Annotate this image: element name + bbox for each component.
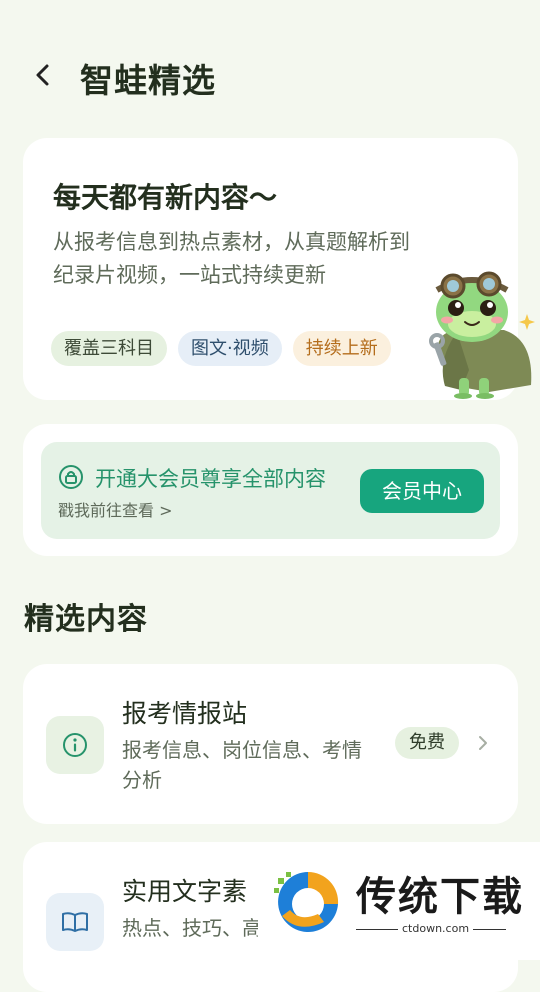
- tag-list: 覆盖三科目 图文·视频 持续上新: [51, 331, 391, 366]
- lock-icon: [59, 465, 83, 489]
- frog-mascot-icon: [429, 271, 535, 399]
- chevron-left-icon[interactable]: [28, 60, 58, 90]
- item-title: 实用文字素: [122, 877, 248, 906]
- watermark-url: ctdown.com: [398, 922, 474, 935]
- free-badge: 免费: [395, 727, 459, 759]
- header: 智蛙精选: [0, 46, 540, 108]
- intro-title: 每天都有新内容～: [53, 181, 278, 214]
- chevron-right-icon: [479, 736, 487, 750]
- intro-card: 每天都有新内容～ 从报考信息到热点素材，从真题解析到纪录片视频，一站式持续更新 …: [23, 138, 535, 400]
- list-item[interactable]: 报考情报站 报考信息、岗位信息、考情分析 免费: [23, 664, 518, 824]
- vip-subtitle-link[interactable]: 戳我前往查看 >: [58, 497, 173, 521]
- item-icon-box: [46, 716, 104, 774]
- vip-title: 开通大会员尊享全部内容: [95, 467, 326, 491]
- tag-subjects: 覆盖三科目: [51, 331, 167, 366]
- tag-media: 图文·视频: [178, 331, 282, 366]
- item-icon-box: [46, 893, 104, 951]
- info-icon: [63, 733, 87, 757]
- item-description: 报考信息、岗位信息、考情分析: [122, 738, 362, 792]
- book-icon: [62, 912, 88, 932]
- tag-updates: 持续上新: [292, 331, 391, 366]
- section-title: 精选内容: [24, 602, 148, 637]
- item-title: 报考情报站: [122, 699, 248, 728]
- intro-description: 从报考信息到热点素材，从真题解析到纪录片视频，一站式持续更新: [53, 230, 410, 287]
- vip-card: 开通大会员尊享全部内容 戳我前往查看 > 会员中心: [23, 424, 518, 556]
- member-center-button[interactable]: 会员中心: [360, 469, 484, 513]
- page-title: 智蛙精选: [80, 61, 216, 100]
- watermark-brand: 传统下载: [356, 874, 524, 920]
- vip-banner[interactable]: 开通大会员尊享全部内容 戳我前往查看 > 会员中心: [41, 442, 500, 539]
- brand-logo-icon: [274, 871, 339, 932]
- watermark: 传统下载 ctdown.com: [258, 842, 540, 960]
